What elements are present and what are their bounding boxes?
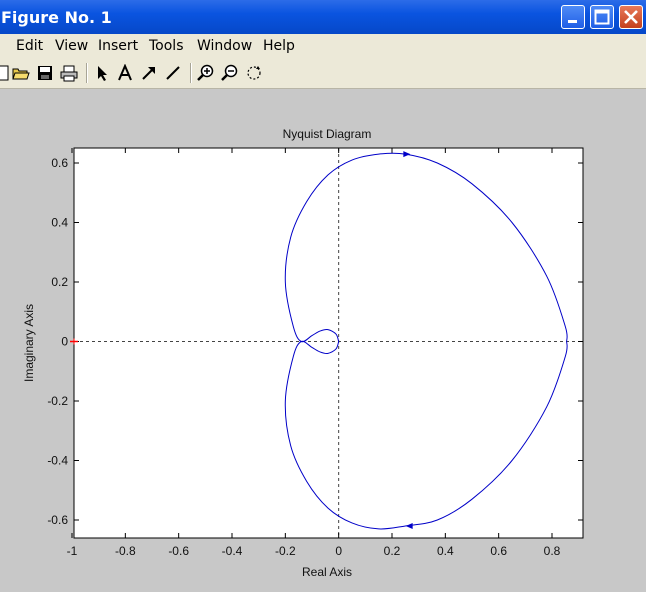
menu-tools[interactable]: Tools (149, 38, 184, 54)
y-tick-label: 0.6 (51, 156, 68, 170)
toolbar (0, 58, 646, 89)
zoom-in-icon (197, 64, 214, 81)
y-tick-label: -0.4 (47, 454, 68, 468)
menu-view[interactable]: View (55, 38, 88, 54)
x-tick-label: -0.4 (222, 544, 243, 558)
line-tool-button[interactable] (164, 64, 182, 82)
x-tick-label: -1 (67, 544, 78, 558)
x-tick-label: 0 (335, 544, 342, 558)
maximize-icon (594, 9, 610, 25)
text-tool-button[interactable] (116, 64, 134, 82)
print-icon (60, 65, 78, 82)
y-tick-label: 0.2 (51, 275, 68, 289)
window-title: Figure No. 1 (1, 8, 112, 27)
y-axis-label: Imaginary Axis (22, 304, 36, 382)
menu-insert[interactable]: Insert (98, 38, 138, 54)
x-tick-label: 0.6 (490, 544, 507, 558)
close-icon (624, 10, 638, 24)
x-tick-label: -0.2 (275, 544, 296, 558)
menu-bar: Edit View Insert Tools Window Help (0, 34, 646, 58)
minimize-button[interactable] (561, 5, 585, 29)
select-button[interactable] (94, 64, 112, 82)
line-tool-icon (166, 66, 180, 80)
save-icon (38, 66, 52, 80)
rotate-icon (247, 66, 261, 80)
x-tick-label: 0.4 (437, 544, 454, 558)
rotate-button[interactable] (245, 64, 263, 82)
y-tick-label: -0.6 (47, 513, 68, 527)
new-file-icon (0, 65, 9, 81)
window-titlebar[interactable]: Figure No. 1 (0, 0, 646, 34)
zoom-in-button[interactable] (197, 64, 215, 82)
close-button[interactable] (619, 5, 643, 29)
figure-canvas: -1 -0.8 -0.6 -0.4 -0.2 0 0.2 0.4 0.6 0.8 0.6 0.4 0.2… (0, 89, 646, 592)
print-button[interactable] (60, 64, 78, 82)
x-tick-label: 0.2 (384, 544, 401, 558)
toolbar-separator (190, 63, 192, 83)
maximize-button[interactable] (590, 5, 614, 29)
zoom-out-icon (221, 64, 238, 81)
x-tick-label: -0.8 (115, 544, 136, 558)
minimize-icon (568, 20, 577, 23)
arrow-tool-icon (142, 67, 155, 80)
x-axis-label: Real Axis (302, 565, 352, 579)
chart-title: Nyquist Diagram (283, 127, 372, 141)
y-tick-label: 0 (61, 335, 68, 349)
zoom-out-button[interactable] (221, 64, 239, 82)
x-tick-label: 0.8 (544, 544, 561, 558)
y-tick-label: 0.4 (51, 216, 68, 230)
toolbar-separator (86, 63, 88, 83)
new-figure-button[interactable] (0, 64, 12, 82)
menu-help[interactable]: Help (263, 38, 295, 54)
menu-edit[interactable]: Edit (16, 38, 43, 54)
x-tick-label: -0.6 (168, 544, 189, 558)
y-tick-label: -0.2 (47, 394, 68, 408)
save-button[interactable] (36, 64, 54, 82)
menu-window[interactable]: Window (197, 38, 252, 54)
arrow-select-icon (98, 66, 107, 81)
arrow-tool-button[interactable] (140, 64, 158, 82)
nyquist-plot[interactable]: -1 -0.8 -0.6 -0.4 -0.2 0 0.2 0.4 0.6 0.8 0.6 0.4 0.2… (0, 89, 646, 592)
text-tool-icon (118, 64, 132, 81)
open-folder-icon (12, 68, 30, 80)
open-button[interactable] (12, 64, 30, 82)
axes-box (73, 147, 584, 539)
